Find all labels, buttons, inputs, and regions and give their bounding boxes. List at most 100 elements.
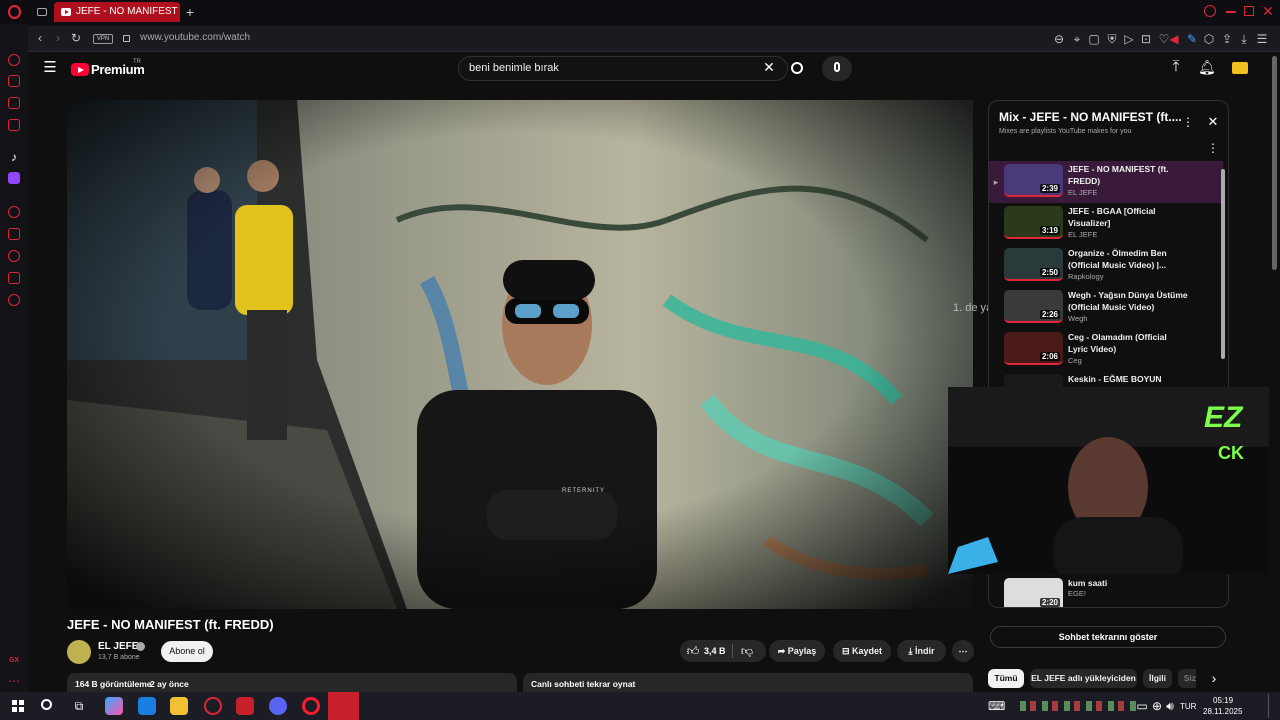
extensions-icon[interactable]: ⬡ (1203, 32, 1215, 46)
like-icon[interactable]: 👍︎ (686, 644, 700, 658)
show-chat-button[interactable]: Sohbet tekrarını göster (990, 626, 1226, 648)
translate-icon[interactable]: ✎ (1186, 32, 1198, 46)
tab-overview-icon[interactable] (37, 8, 47, 16)
active-app-tile[interactable] (328, 692, 359, 720)
more-actions-button[interactable]: ⋯ (952, 640, 974, 662)
clear-search-icon[interactable]: ✕ (762, 60, 776, 74)
dislike-icon[interactable]: 👎︎ (740, 644, 754, 658)
opera-logo-icon[interactable] (8, 5, 21, 19)
maximize-button[interactable] (1244, 6, 1254, 16)
snapshot-icon[interactable]: ▢ (1088, 32, 1100, 46)
playlist-more-icon[interactable]: ⋮ (1182, 115, 1194, 129)
more-sidebar-icon[interactable]: ⋯ (7, 674, 21, 688)
playlist-scrollbar[interactable] (1221, 169, 1225, 359)
playlist-thumbnail[interactable]: 2:50 (1004, 248, 1063, 281)
download-button[interactable]: ⤓ İndir (897, 640, 946, 662)
playlist-thumbnail[interactable]: 2:39 (1004, 164, 1063, 197)
forward-icon[interactable]: › (52, 31, 64, 45)
channel-name[interactable]: EL JEFE (98, 641, 138, 652)
battery-icon[interactable]: ▭ (1135, 699, 1149, 713)
task-view-icon[interactable]: ⧉ (72, 699, 86, 713)
copilot-icon[interactable] (105, 697, 123, 715)
like-count[interactable]: 3,4 B (704, 646, 726, 656)
new-tab-button[interactable]: + (184, 5, 196, 19)
close-window-button[interactable]: ✕ (1262, 4, 1274, 18)
file-explorer-icon[interactable] (170, 697, 188, 715)
subscribe-button[interactable]: Abone ol (161, 641, 213, 662)
twitch-icon[interactable] (8, 172, 20, 184)
opera-gx-taskbar-icon[interactable] (204, 697, 222, 715)
chip-related[interactable]: İlgili (1143, 669, 1172, 688)
speeddial-icon[interactable]: ⊡ (1140, 32, 1152, 46)
search-icon[interactable] (791, 62, 803, 74)
shield-icon[interactable]: ⛨ (1106, 32, 1118, 46)
voice-app-icon[interactable] (236, 697, 254, 715)
guide-menu-icon[interactable]: ☰ (42, 60, 58, 75)
settings-icon[interactable] (8, 294, 20, 306)
tiktok-icon[interactable]: ♪ (7, 150, 21, 164)
playlist-item-title[interactable]: Organize - Ölmedim Ben (Official Music V… (1068, 247, 1188, 271)
search-tabs-icon[interactable] (1204, 5, 1216, 17)
account-avatar[interactable] (1232, 62, 1248, 74)
crypto-wallet-icon[interactable] (8, 75, 20, 87)
upload-icon[interactable]: ⤒ (1168, 59, 1184, 74)
start-icon[interactable] (12, 700, 24, 712)
flow-icon[interactable]: ▷ (1123, 32, 1135, 46)
page-scrollbar[interactable] (1269, 52, 1280, 692)
aria-icon[interactable] (8, 54, 20, 66)
menu-icon[interactable]: ☰ (1256, 32, 1268, 46)
playlist-thumbnail[interactable]: 2:26 (1004, 290, 1063, 323)
playlist-thumbnail[interactable]: 2:06 (1004, 332, 1063, 365)
tray-icons[interactable] (1020, 701, 1140, 711)
mail-icon[interactable] (138, 697, 156, 715)
notifications-icon[interactable]: 🔔︎ (1198, 60, 1216, 74)
channel-avatar[interactable] (67, 640, 91, 664)
playlist-item-title[interactable]: Wegh - Yağsın Dünya Üstüme (Official Mus… (1068, 289, 1188, 313)
playlist-options-icon[interactable]: ⋮ (1207, 141, 1219, 155)
chip-uploader[interactable]: EL JEFE adlı yükleyiciden (1030, 669, 1137, 688)
playlist-item-title[interactable]: JEFE - BGAA [Official Visualizer] (1068, 205, 1188, 229)
vpn-badge[interactable]: VPN (93, 34, 113, 44)
save-button[interactable]: ⊟ Kaydet (833, 640, 891, 662)
playlist-title[interactable]: Mix - JEFE - NO MANIFEST (ft.... (999, 110, 1182, 124)
input-language[interactable]: TUR (1180, 702, 1196, 711)
share-button[interactable]: ➦ Paylaş (769, 640, 825, 662)
playlist-close-icon[interactable]: ✕ (1206, 115, 1220, 129)
youtube-logo-icon[interactable] (71, 63, 89, 76)
show-desktop-button[interactable] (1268, 694, 1276, 718)
taskbar-search-icon[interactable] (41, 699, 52, 710)
voice-search-icon[interactable] (822, 56, 852, 81)
chip-all[interactable]: Tümü (988, 669, 1024, 688)
player-icon[interactable]: ◀ (1168, 32, 1180, 46)
search-input[interactable]: beni benimle bırak (458, 56, 788, 81)
video-player[interactable]: RETERNITY (67, 100, 973, 609)
url-text[interactable]: www.youtube.com/watch (140, 32, 250, 43)
playlist-item[interactable]: 2:26 Wegh - Yağsın Dünya Üstüme (Official… (989, 287, 1223, 329)
network-icon[interactable]: ⊕ (1150, 699, 1164, 713)
history-icon[interactable] (8, 250, 20, 262)
playlist-item-title[interactable]: Ceg - Olamadım (Official Lyric Video) (1068, 331, 1188, 355)
playlist-item[interactable]: 2:06 Ceg - Olamadım (Official Lyric Video… (989, 329, 1223, 371)
clock-time[interactable]: 05:19 (1213, 696, 1233, 705)
playlist-item[interactable]: 3:19 JEFE - BGAA [Official Visualizer] EL … (989, 203, 1223, 245)
opera-taskbar-icon[interactable] (302, 697, 320, 715)
playlist-thumbnail[interactable]: 2:20 (1004, 578, 1063, 607)
share-page-icon[interactable]: ⇪ (1221, 32, 1233, 46)
gx-icon[interactable]: GX (6, 654, 22, 668)
discord-icon[interactable] (269, 697, 287, 715)
playlist-item-title[interactable]: JEFE - NO MANIFEST (ft. FREDD) (1068, 163, 1188, 187)
player-sidebar-icon[interactable] (8, 206, 20, 218)
chips-next-icon[interactable]: › (1208, 671, 1220, 685)
instagram-icon[interactable] (8, 119, 20, 131)
clock-date[interactable]: 28.11.2025 (1203, 707, 1242, 716)
downloads-icon[interactable]: ⤓ (1238, 32, 1250, 46)
playlist-item[interactable]: 2:50 Organize - Ölmedim Ben (Official Mus… (989, 245, 1223, 287)
reload-icon[interactable]: ↻ (70, 31, 82, 45)
tab-active[interactable]: JEFE - NO MANIFEST (ft. (54, 2, 180, 22)
playlist-item-title[interactable]: kum saati (1068, 577, 1188, 589)
messenger-icon[interactable] (8, 97, 20, 109)
chip-you[interactable]: Siz (1178, 669, 1196, 688)
tray-chevron-icon[interactable]: ⌨ (988, 699, 1005, 713)
volume-icon[interactable]: 🔊︎ (1163, 699, 1177, 713)
playlist-item[interactable]: 2:20 kum saati EGE! (989, 575, 1223, 607)
